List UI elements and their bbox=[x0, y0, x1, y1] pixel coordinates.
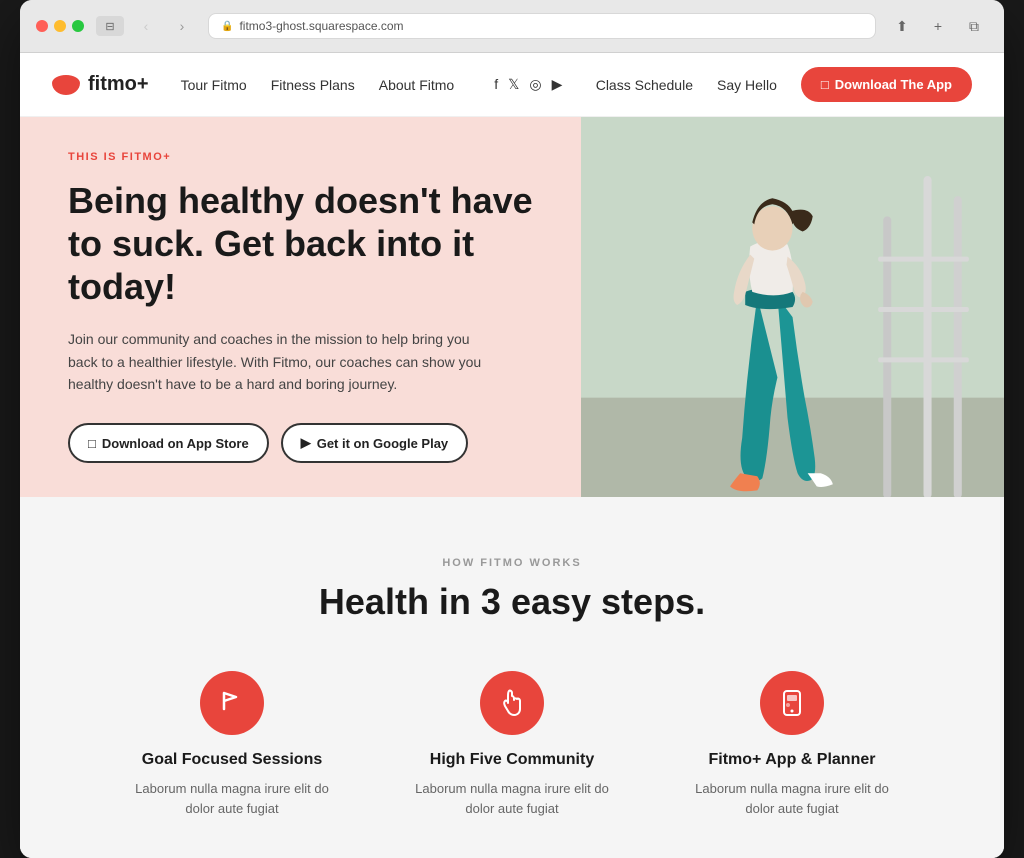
minimize-button[interactable] bbox=[54, 20, 66, 32]
appstore-icon: □ bbox=[88, 436, 96, 451]
app-store-button[interactable]: □ Download on App Store bbox=[68, 423, 269, 463]
youtube-icon[interactable]: ▶ bbox=[552, 76, 563, 93]
hero-right bbox=[581, 117, 1004, 497]
facebook-icon[interactable]: f bbox=[494, 76, 498, 93]
address-bar[interactable]: 🔒 fitmo3-ghost.squarespace.com bbox=[208, 13, 876, 39]
feature-item-2: Fitmo+ App & Planner Laborum nulla magna… bbox=[682, 671, 902, 818]
nav-say-hello[interactable]: Say Hello bbox=[717, 77, 777, 93]
app-icon bbox=[776, 687, 808, 719]
nav-class-schedule[interactable]: Class Schedule bbox=[596, 77, 693, 93]
highfive-icon bbox=[496, 687, 528, 719]
hero-image bbox=[581, 117, 1004, 497]
appstore-label: Download on App Store bbox=[102, 436, 249, 451]
feature-name-2: Fitmo+ App & Planner bbox=[709, 751, 876, 769]
section-title: Health in 3 easy steps. bbox=[60, 581, 964, 623]
section-eyebrow: HOW FITMO WORKS bbox=[60, 557, 964, 569]
window-view-button[interactable]: ⊟ bbox=[96, 16, 124, 36]
googleplay-label: Get it on Google Play bbox=[317, 436, 448, 451]
maximize-button[interactable] bbox=[72, 20, 84, 32]
nav-right: Class Schedule Say Hello □ Download The … bbox=[596, 67, 972, 102]
traffic-lights bbox=[36, 20, 84, 32]
features-grid: Goal Focused Sessions Laborum nulla magn… bbox=[60, 671, 964, 838]
browser-controls: ⊟ ‹ › bbox=[96, 12, 196, 40]
download-icon: □ bbox=[821, 77, 829, 92]
browser-chrome: ⊟ ‹ › 🔒 fitmo3-ghost.squarespace.com ⬆ +… bbox=[20, 0, 1004, 53]
feature-desc-2: Laborum nulla magna irure elit do dolor … bbox=[682, 779, 902, 818]
social-icons: f 𝕏 ◎ ▶ bbox=[494, 76, 562, 93]
feature-item-1: High Five Community Laborum nulla magna … bbox=[402, 671, 622, 818]
back-button[interactable]: ‹ bbox=[132, 12, 160, 40]
feature-name-1: High Five Community bbox=[430, 751, 594, 769]
logo[interactable]: fitmo+ bbox=[52, 73, 149, 96]
new-tab-button[interactable]: + bbox=[924, 12, 952, 40]
goal-icon bbox=[216, 687, 248, 719]
browser-actions: ⬆ + ⧉ bbox=[888, 12, 988, 40]
hero-illustration bbox=[581, 117, 1004, 497]
hero-buttons: □ Download on App Store ▶ Get it on Goog… bbox=[68, 423, 533, 463]
close-button[interactable] bbox=[36, 20, 48, 32]
tabs-button[interactable]: ⧉ bbox=[960, 12, 988, 40]
nav-links: Tour Fitmo Fitness Plans About Fitmo f 𝕏… bbox=[181, 76, 563, 93]
logo-icon bbox=[52, 75, 80, 95]
forward-button[interactable]: › bbox=[168, 12, 196, 40]
nav-tour[interactable]: Tour Fitmo bbox=[181, 77, 247, 93]
feature-desc-0: Laborum nulla magna irure elit do dolor … bbox=[122, 779, 342, 818]
browser-window: ⊟ ‹ › 🔒 fitmo3-ghost.squarespace.com ⬆ +… bbox=[20, 0, 1004, 858]
instagram-icon[interactable]: ◎ bbox=[529, 76, 541, 93]
website-content: fitmo+ Tour Fitmo Fitness Plans About Fi… bbox=[20, 53, 1004, 858]
hero-left: THIS IS FITMO+ Being healthy doesn't hav… bbox=[20, 117, 581, 497]
hero-eyebrow: THIS IS FITMO+ bbox=[68, 151, 533, 163]
twitter-icon[interactable]: 𝕏 bbox=[508, 76, 519, 93]
nav-right-links: Class Schedule Say Hello bbox=[596, 77, 777, 93]
hero-headline: Being healthy doesn't have to suck. Get … bbox=[68, 179, 533, 309]
main-nav: fitmo+ Tour Fitmo Fitness Plans About Fi… bbox=[20, 53, 1004, 117]
hero-section: THIS IS FITMO+ Being healthy doesn't hav… bbox=[20, 117, 1004, 497]
feature-item-0: Goal Focused Sessions Laborum nulla magn… bbox=[122, 671, 342, 818]
how-it-works-section: HOW FITMO WORKS Health in 3 easy steps. … bbox=[20, 497, 1004, 858]
share-button[interactable]: ⬆ bbox=[888, 12, 916, 40]
lock-icon: 🔒 bbox=[221, 21, 233, 32]
nav-about[interactable]: About Fitmo bbox=[379, 77, 454, 93]
download-label: Download The App bbox=[835, 77, 952, 92]
feature-icon-0 bbox=[200, 671, 264, 735]
feature-icon-1 bbox=[480, 671, 544, 735]
feature-desc-1: Laborum nulla magna irure elit do dolor … bbox=[402, 779, 622, 818]
nav-fitness[interactable]: Fitness Plans bbox=[271, 77, 355, 93]
download-app-button[interactable]: □ Download The App bbox=[801, 67, 972, 102]
google-play-button[interactable]: ▶ Get it on Google Play bbox=[281, 423, 468, 463]
logo-text: fitmo+ bbox=[88, 73, 149, 96]
hero-description: Join our community and coaches in the mi… bbox=[68, 328, 488, 395]
feature-name-0: Goal Focused Sessions bbox=[142, 751, 323, 769]
url-text: fitmo3-ghost.squarespace.com bbox=[239, 19, 403, 33]
feature-icon-2 bbox=[760, 671, 824, 735]
googleplay-icon: ▶ bbox=[301, 435, 311, 451]
